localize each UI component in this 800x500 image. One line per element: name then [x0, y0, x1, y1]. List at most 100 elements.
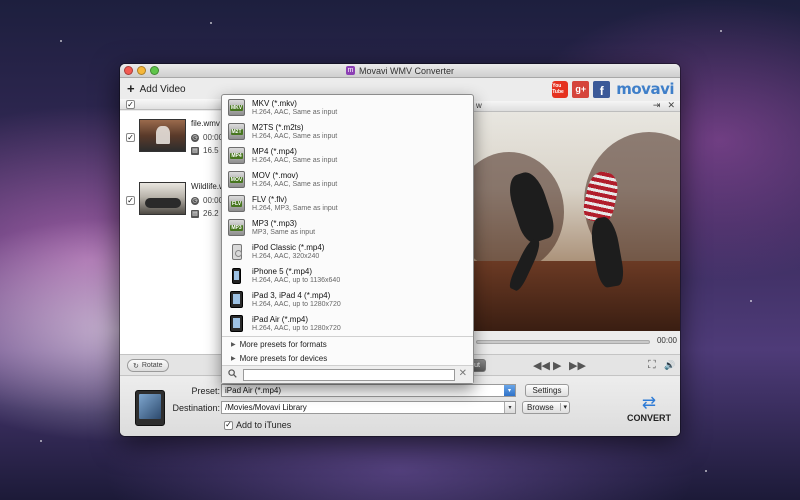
destination-field[interactable]: /Movies/Movavi Library ▾: [221, 401, 516, 414]
timeline-slider[interactable]: [476, 340, 650, 344]
plus-icon: +: [127, 81, 135, 96]
more-formats-label: More presets for formats: [239, 339, 327, 349]
preset-option[interactable]: MKV MKV (*.mkv) H.264, AAC, Same as inpu…: [222, 96, 473, 120]
minimize-window-button[interactable]: [137, 66, 146, 75]
detach-icon[interactable]: ⇥: [653, 100, 661, 111]
preset-label: Preset:: [191, 386, 220, 396]
video-preview[interactable]: [474, 112, 680, 331]
preset-details: H.264, AAC, Same as input: [252, 181, 338, 188]
window-title-text: Movavi WMV Converter: [358, 65, 455, 76]
preset-select[interactable]: iPad Air (*.mp4) ▾: [221, 384, 516, 397]
clear-search-icon[interactable]: ✕: [459, 368, 467, 379]
preset-option[interactable]: FLV FLV (*.flv) H.264, MP3, Same as inpu…: [222, 192, 473, 216]
convert-label: CONVERT: [627, 413, 672, 423]
preset-option[interactable]: iPad 3, iPad 4 (*.mp4) H.264, AAC, up to…: [222, 288, 473, 312]
file-list-header: ✓: [120, 99, 224, 110]
preset-details: H.264, MP3, Same as input: [252, 205, 338, 212]
fullscreen-icon[interactable]: ⛶: [648, 359, 656, 372]
preset-search-input[interactable]: [243, 369, 455, 381]
forward-icon[interactable]: ▶▶: [569, 359, 586, 372]
preset-option[interactable]: M2T M2TS (*.m2ts) H.264, AAC, Same as in…: [222, 120, 473, 144]
preset-option[interactable]: MOV MOV (*.mov) H.264, AAC, Same as inpu…: [222, 168, 473, 192]
preset-option[interactable]: MP4 MP4 (*.mp4) H.264, AAC, Same as inpu…: [222, 144, 473, 168]
movavi-logo[interactable]: movavi: [616, 80, 674, 98]
window-title: m Movavi WMV Converter: [345, 65, 455, 76]
rotate-icon: ↻: [133, 362, 139, 370]
background-star: [750, 300, 752, 302]
background-star: [210, 22, 212, 24]
play-icon[interactable]: ▶: [553, 359, 561, 372]
output-panel: Preset: iPad Air (*.mp4) ▾ Settings Dest…: [120, 377, 680, 436]
browse-label: Browse: [527, 403, 554, 412]
add-to-itunes-option[interactable]: ✓ Add to iTunes: [224, 420, 291, 430]
zoom-window-button[interactable]: [150, 66, 159, 75]
file-checkbox[interactable]: ✓: [126, 196, 135, 205]
rotate-label: Rotate: [141, 362, 163, 369]
preset-details: H.264, AAC, Same as input: [252, 133, 338, 140]
add-video-button[interactable]: + Add Video: [127, 81, 186, 96]
file-checkbox[interactable]: ✓: [126, 133, 135, 142]
app-icon: m: [345, 66, 355, 75]
settings-button[interactable]: Settings: [525, 384, 569, 397]
more-devices-label: More presets for devices: [239, 353, 328, 363]
preset-option[interactable]: iPod Classic (*.mp4) H.264, AAC, 320x240: [222, 240, 473, 264]
file-size: 16.5: [203, 146, 219, 155]
preset-name: iPad 3, iPad 4 (*.mp4): [252, 291, 331, 300]
volume-icon[interactable]: 🔊: [664, 360, 675, 371]
ipod-icon: [228, 243, 245, 260]
chevron-down-icon[interactable]: ▾: [504, 385, 515, 396]
file-duration-row: ◷ 00:00: [191, 196, 223, 205]
preset-details: H.264, AAC, up to 1280x720: [252, 301, 341, 308]
rotate-button[interactable]: ↻ Rotate: [127, 359, 169, 372]
chevron-down-icon[interactable]: ▾: [504, 402, 515, 413]
preset-name: MOV (*.mov): [252, 171, 299, 180]
disclosure-triangle-icon: ▶: [231, 341, 236, 348]
file-list: ✓ file.wmv ◷ 00:00 ▤ 16.5 ✓ Wildlife.wmv…: [120, 111, 235, 354]
chevron-down-icon[interactable]: ▾: [560, 403, 567, 411]
close-preview-icon[interactable]: ✕: [667, 100, 675, 111]
format-badge: MKV: [229, 104, 244, 111]
destination-value: /Movies/Movavi Library: [225, 403, 307, 412]
social-links: You Tube g+ f movavi: [552, 80, 674, 98]
mp3-format-icon: MP3: [228, 219, 245, 236]
convert-button[interactable]: ⇄ CONVERT: [627, 394, 672, 423]
search-icon: [228, 369, 237, 378]
preset-details: H.264, AAC, Same as input: [252, 157, 338, 164]
more-formats-item[interactable]: ▶ More presets for formats: [222, 337, 473, 351]
rewind-icon[interactable]: ◀◀: [533, 359, 550, 372]
preview-header-icons: ⇥ ✕: [653, 100, 675, 111]
google-plus-icon[interactable]: g+: [572, 80, 590, 98]
mov-format-icon: MOV: [228, 171, 245, 188]
preset-name: iPod Classic (*.mp4): [252, 243, 325, 252]
preset-details: H.264, AAC, up to 1136x640: [252, 277, 341, 284]
background-star: [40, 440, 42, 442]
select-all-checkbox[interactable]: ✓: [126, 100, 135, 109]
file-thumbnail: [139, 182, 186, 215]
browse-button[interactable]: Browse ▾: [522, 401, 570, 414]
preset-dropdown: MKV MKV (*.mkv) H.264, AAC, Same as inpu…: [221, 94, 474, 384]
file-list-item[interactable]: ✓ Wildlife.wmv ◷ 00:00 ▤ 26.2: [120, 174, 235, 230]
format-badge: MP3: [230, 224, 243, 231]
timeline-row: 00:00: [474, 331, 680, 352]
destination-label: Destination:: [172, 403, 220, 413]
ipad-device-icon: [135, 390, 165, 426]
preset-option[interactable]: iPad Air (*.mp4) H.264, AAC, up to 1280x…: [222, 312, 473, 336]
preset-name: iPhone 5 (*.mp4): [252, 267, 313, 276]
title-bar: m Movavi WMV Converter: [120, 64, 680, 78]
preset-details: H.264, AAC, 320x240: [252, 253, 320, 260]
preview-title: w: [476, 101, 482, 110]
facebook-icon[interactable]: f: [593, 80, 611, 98]
close-window-button[interactable]: [124, 66, 133, 75]
preset-option[interactable]: iPhone 5 (*.mp4) H.264, AAC, up to 1136x…: [222, 264, 473, 288]
file-list-item[interactable]: ✓ file.wmv ◷ 00:00 ▤ 16.5: [120, 111, 224, 167]
clock-icon: ◷: [191, 133, 199, 142]
preset-option[interactable]: MP3 MP3 (*.mp3) MP3, Same as input: [222, 216, 473, 240]
window-controls: [124, 66, 159, 75]
more-devices-item[interactable]: ▶ More presets for devices: [222, 351, 473, 365]
preset-name: M2TS (*.m2ts): [252, 123, 304, 132]
add-to-itunes-checkbox[interactable]: ✓: [224, 420, 233, 430]
file-duration-row: ◷ 00:00: [191, 133, 223, 142]
preset-name: MKV (*.mkv): [252, 99, 297, 108]
clock-icon: ◷: [191, 196, 199, 205]
youtube-icon[interactable]: You Tube: [552, 80, 569, 98]
